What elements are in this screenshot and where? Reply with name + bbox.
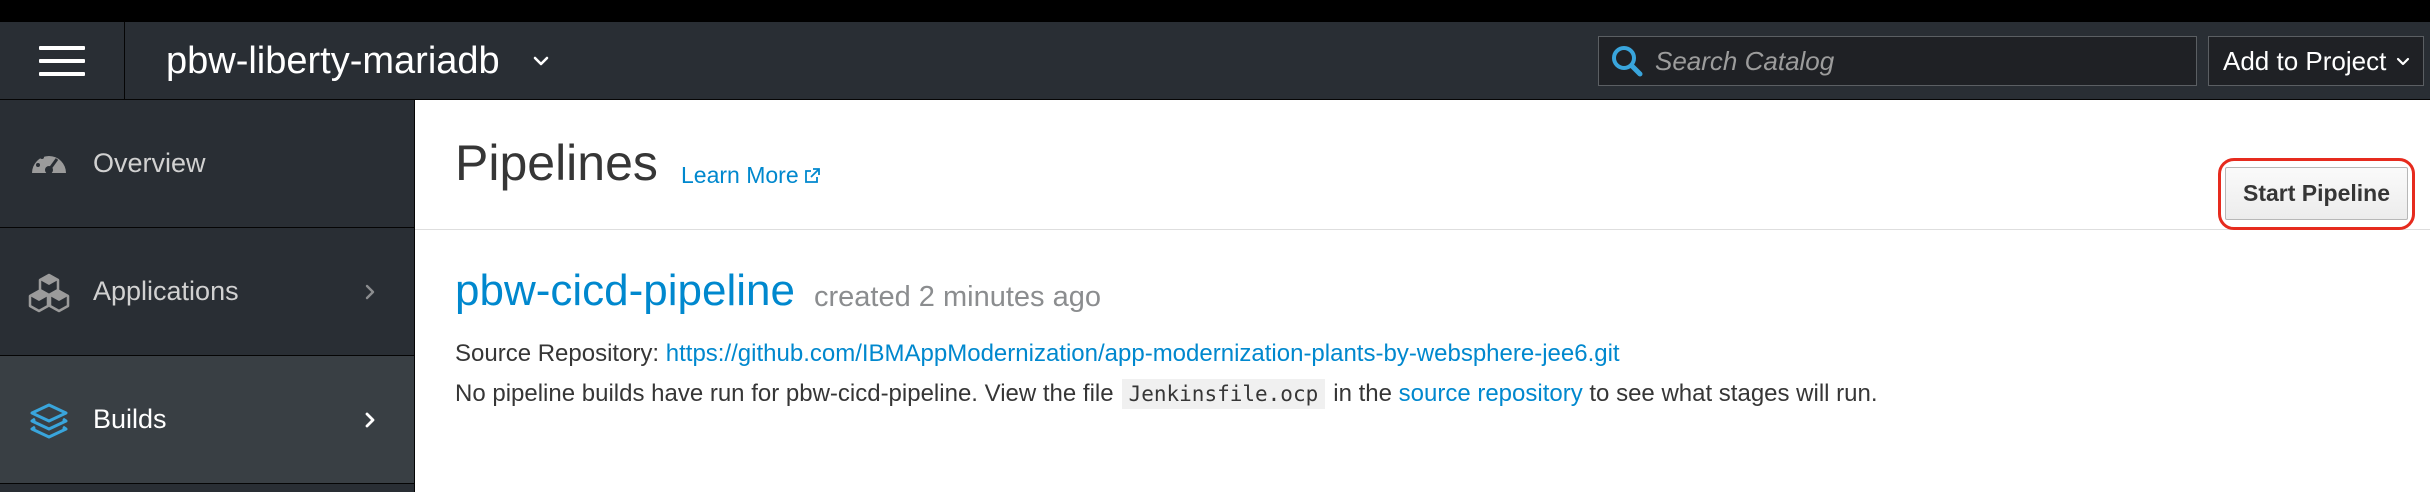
chevron-down-icon [2397, 57, 2410, 66]
layers-icon [30, 403, 68, 438]
learn-more-label: Learn More [681, 162, 799, 188]
source-repository-label: Source Repository: [455, 340, 660, 367]
project-name[interactable]: pbw-liberty-mariadb [166, 22, 500, 100]
external-link-icon [804, 168, 820, 183]
chevron-right-icon [365, 412, 375, 427]
search-icon [1612, 46, 1643, 77]
sidebar: Overview Applications Builds [0, 100, 415, 492]
pipeline-created-time: created 2 minutes ago [814, 281, 1101, 313]
add-to-project-label: Add to Project [2223, 45, 2387, 76]
chevron-down-icon[interactable] [528, 48, 554, 74]
sidebar-item-label: Applications [93, 276, 239, 306]
sidebar-item-label: Builds [93, 404, 167, 434]
hamburger-menu-button[interactable] [0, 22, 125, 100]
sidebar-item-label: Overview [93, 148, 206, 178]
page-title: Pipelines [455, 135, 658, 191]
search-catalog-box[interactable] [1598, 36, 2197, 86]
source-repository-line: Source Repository: https://github.com/IB… [455, 340, 1620, 368]
search-input[interactable] [1655, 45, 2196, 77]
source-repository-url-link[interactable]: https://github.com/IBMAppModernization/a… [666, 340, 1620, 367]
masthead: pbw-liberty-mariadb Add to Project [0, 22, 2430, 100]
hamburger-icon [39, 46, 85, 76]
info-text-middle: in the [1333, 380, 1392, 407]
cubes-icon [28, 273, 70, 312]
main-content: Pipelines Learn More pbw-cicd-pipeline c… [415, 100, 2430, 492]
add-to-project-button[interactable]: Add to Project [2208, 36, 2424, 86]
sidebar-item-applications[interactable]: Applications [0, 228, 414, 356]
jenkinsfile-name: Jenkinsfile.ocp [1121, 379, 1326, 409]
learn-more-link[interactable]: Learn More [681, 162, 821, 189]
info-text-suffix: to see what stages will run. [1589, 380, 1878, 407]
source-repository-link[interactable]: source repository [1399, 380, 1583, 408]
sidebar-item-overview[interactable]: Overview [0, 100, 414, 228]
no-builds-message: No pipeline builds have run for pbw-cicd… [455, 379, 1878, 409]
start-pipeline-button[interactable]: Start Pipeline [2225, 167, 2408, 220]
top-black-strip [0, 0, 2430, 22]
sidebar-item-builds[interactable]: Builds [0, 356, 414, 484]
pipeline-name-link[interactable]: pbw-cicd-pipeline [455, 266, 795, 316]
info-text-prefix: No pipeline builds have run for pbw-cicd… [455, 380, 1114, 407]
chevron-right-icon [365, 284, 375, 299]
page-header: Pipelines Learn More [415, 100, 2430, 230]
dashboard-icon [32, 151, 66, 174]
